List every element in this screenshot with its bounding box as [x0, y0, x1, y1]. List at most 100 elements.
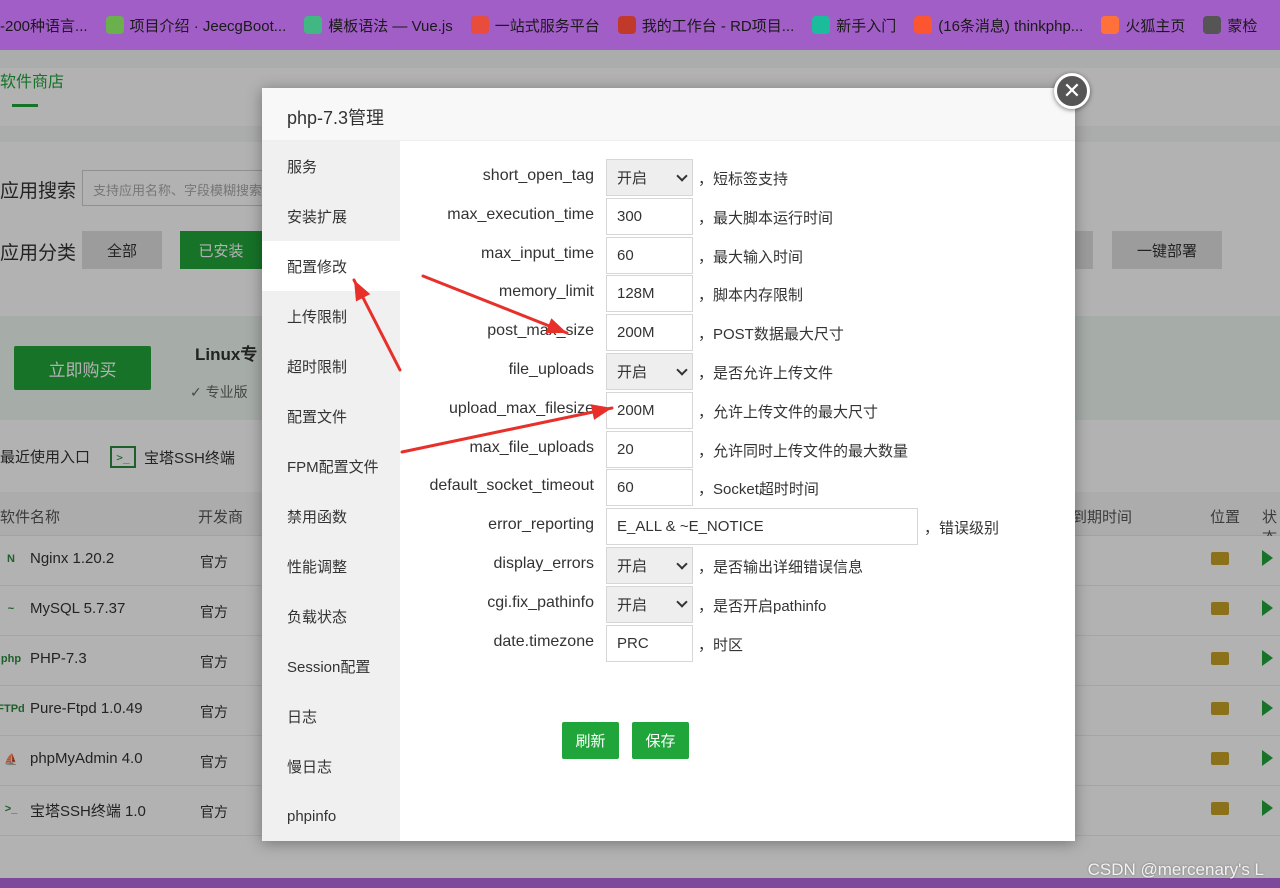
- config-select[interactable]: 开启: [606, 159, 693, 196]
- bookmark-item[interactable]: 我的工作台 - RD项目...: [617, 15, 795, 36]
- config-description: ，Socket超时时间: [698, 481, 819, 499]
- config-row: file_uploads 开启 ，是否允许上传文件: [400, 353, 1075, 391]
- watermark: CSDN @mercenary's L: [1087, 860, 1264, 879]
- config-label: default_socket_timeout: [429, 477, 594, 495]
- config-label: date.timezone: [493, 632, 594, 650]
- jeecg-icon: [105, 16, 124, 34]
- sidebar-item[interactable]: 配置修改: [262, 241, 400, 291]
- config-value: 20: [617, 440, 634, 458]
- bookmark-item[interactable]: -200种语言...: [0, 15, 88, 36]
- refresh-button[interactable]: 刷新: [562, 722, 619, 759]
- config-description: ，是否允许上传文件: [698, 365, 834, 382]
- config-label: cgi.fix_pathinfo: [487, 593, 594, 611]
- config-label: max_file_uploads: [469, 438, 594, 456]
- config-value: 200M: [617, 324, 655, 342]
- bookmark-item[interactable]: 蒙检: [1203, 15, 1257, 36]
- config-value: 60: [617, 246, 634, 264]
- sidebar-item[interactable]: 服务: [262, 141, 400, 191]
- chevron-down-icon: [676, 363, 688, 376]
- config-value: 300: [617, 207, 643, 225]
- sidebar-item[interactable]: 安装扩展: [262, 191, 400, 241]
- csdn-icon: [914, 16, 933, 34]
- config-input[interactable]: E_ALL & ~E_NOTICE: [606, 508, 918, 546]
- config-description: ，POST数据最大尺寸: [698, 326, 844, 344]
- sidebar-item[interactable]: 日志: [262, 691, 400, 741]
- config-value: 开启: [617, 558, 648, 575]
- sidebar-item[interactable]: phpinfo: [262, 791, 400, 841]
- config-select[interactable]: 开启: [606, 585, 693, 623]
- config-label: error_reporting: [488, 516, 594, 534]
- config-row: default_socket_timeout 60 ，Socket超时时间: [400, 469, 1075, 507]
- config-label: file_uploads: [508, 361, 594, 378]
- chevron-down-icon: [676, 557, 688, 570]
- config-input[interactable]: 300: [606, 197, 693, 235]
- config-input[interactable]: 20: [606, 430, 693, 468]
- config-input[interactable]: 60: [606, 236, 693, 274]
- config-select[interactable]: 开启: [606, 353, 693, 390]
- sidebar-item[interactable]: 配置文件: [262, 391, 400, 441]
- bookmark-item[interactable]: 项目介绍 · JeecgBoot...: [105, 15, 287, 36]
- config-label: post_max_size: [487, 322, 594, 340]
- config-description: ，允许同时上传文件的最大数量: [698, 442, 909, 460]
- bookmark-label: 我的工作台 - RD项目...: [641, 17, 795, 35]
- config-value: 开启: [617, 596, 648, 614]
- config-label: display_errors: [493, 555, 594, 572]
- globe-icon: [1203, 16, 1222, 34]
- config-value: E_ALL & ~E_NOTICE: [617, 518, 764, 536]
- config-label: max_input_time: [481, 244, 594, 262]
- sidebar-item[interactable]: 负载状态: [262, 591, 400, 641]
- config-value: 60: [617, 479, 634, 497]
- redmine-icon: [617, 16, 636, 34]
- chevron-down-icon: [676, 169, 688, 182]
- config-input[interactable]: PRC: [606, 624, 693, 662]
- bookmark-item[interactable]: 模板语法 — Vue.js: [304, 15, 453, 36]
- sidebar-item[interactable]: 性能调整: [262, 541, 400, 591]
- config-label: short_open_tag: [482, 167, 594, 184]
- bookmark-label: 新手入门: [836, 17, 897, 35]
- config-row: short_open_tag 开启 ，短标签支持: [400, 159, 1075, 197]
- config-label: memory_limit: [498, 283, 594, 301]
- config-select[interactable]: 开启: [606, 547, 693, 584]
- bookmarks-bar: -200种语言... 项目介绍 · JeecgBoot... 模板语法 — Vue.…: [0, 0, 1280, 50]
- sidebar-item[interactable]: 慢日志: [262, 741, 400, 791]
- sidebar-item[interactable]: 超时限制: [262, 341, 400, 391]
- bookmark-label: (16条消息) thinkphp...: [938, 17, 1084, 35]
- bookmark-item[interactable]: 新手入门: [812, 15, 896, 36]
- sidebar-item[interactable]: FPM配置文件: [262, 441, 400, 491]
- modal-title: php-7.3管理: [262, 88, 1075, 141]
- config-input[interactable]: 200M: [606, 391, 693, 429]
- bookmark-label: 项目介绍 · JeecgBoot...: [129, 17, 287, 35]
- sidebar-item[interactable]: Session配置: [262, 641, 400, 691]
- config-row: date.timezone PRC ，时区: [400, 624, 1075, 663]
- config-description: ，最大输入时间: [698, 248, 804, 266]
- config-row: max_file_uploads 20 ，允许同时上传文件的最大数量: [400, 430, 1075, 469]
- vue-icon: [304, 16, 323, 34]
- bookmark-item[interactable]: 火狐主页: [1101, 15, 1185, 36]
- save-button[interactable]: 保存: [632, 722, 689, 759]
- service-icon: [470, 16, 489, 34]
- bookmark-label: 一站式服务平台: [494, 17, 600, 35]
- config-input[interactable]: 200M: [606, 314, 693, 352]
- config-description: ，短标签支持: [698, 171, 789, 188]
- config-row: error_reporting E_ALL & ~E_NOTICE ，错误级别: [400, 508, 1075, 546]
- config-row: max_input_time 60 ，最大输入时间: [400, 236, 1075, 275]
- bookmark-label: -200种语言...: [0, 17, 88, 35]
- sidebar-item[interactable]: 禁用函数: [262, 491, 400, 541]
- config-value: PRC: [617, 634, 649, 652]
- close-icon[interactable]: ✕: [1054, 73, 1090, 109]
- config-value: 开启: [617, 170, 648, 187]
- guide-icon: [812, 16, 831, 34]
- config-input[interactable]: 60: [606, 469, 693, 507]
- config-description: ，是否开启pathinfo: [698, 597, 827, 615]
- config-input[interactable]: 128M: [606, 275, 693, 313]
- config-description: ，允许上传文件的最大尺寸: [698, 403, 879, 421]
- config-description: ，是否输出详细错误信息: [698, 559, 864, 576]
- config-description: ，错误级别: [924, 520, 1000, 538]
- config-description: ，时区: [698, 636, 744, 654]
- sidebar-item[interactable]: 上传限制: [262, 291, 400, 341]
- config-value: 开启: [617, 364, 648, 381]
- bookmark-item[interactable]: (16条消息) thinkphp...: [914, 15, 1083, 36]
- bookmark-item[interactable]: 一站式服务平台: [470, 15, 600, 36]
- config-description: ，最大脚本运行时间: [698, 209, 834, 227]
- firefox-icon: [1101, 16, 1120, 34]
